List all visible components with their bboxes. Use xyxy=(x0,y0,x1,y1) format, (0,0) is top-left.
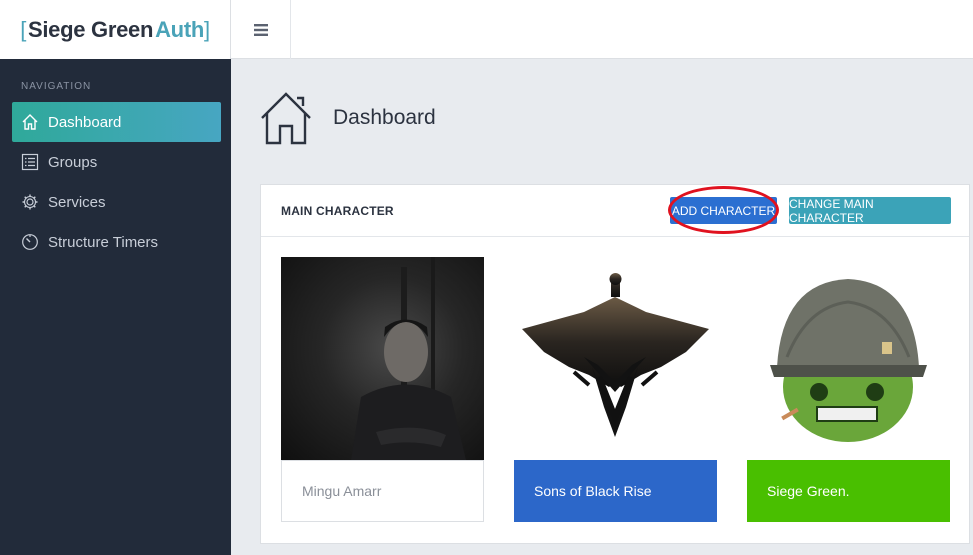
main-character-card: MAIN CHARACTER ADD CHARACTER CHANGE MAIN… xyxy=(260,184,970,544)
brand-open-bracket: [ xyxy=(20,16,26,42)
home-outline-icon xyxy=(261,92,311,145)
brand-accent: Auth xyxy=(155,16,204,42)
card-header: MAIN CHARACTER ADD CHARACTER CHANGE MAIN… xyxy=(261,185,969,237)
sidebar-item-structure-timers[interactable]: Structure Timers xyxy=(12,222,221,262)
sidebar-item-label: Structure Timers xyxy=(48,233,159,251)
sidebar: NAVIGATION Dashboard Groups Services Str… xyxy=(0,59,231,555)
card-title: MAIN CHARACTER xyxy=(281,204,394,218)
page-title: Dashboard xyxy=(333,106,436,129)
brand-logo[interactable]: [ Siege Green Auth ] xyxy=(0,0,231,59)
brand-close-bracket: ] xyxy=(204,16,210,42)
hamburger-icon xyxy=(253,23,268,36)
corporation-name: Sons of Black Rise xyxy=(514,460,717,522)
corporation-tile[interactable]: Sons of Black Rise xyxy=(514,257,717,522)
sidebar-item-groups[interactable]: Groups xyxy=(12,142,221,182)
sidebar-item-label: Groups xyxy=(48,153,98,171)
nav-heading: NAVIGATION xyxy=(21,81,92,92)
alliance-name: Siege Green. xyxy=(747,460,950,522)
list-icon xyxy=(20,152,40,172)
character-portrait xyxy=(281,257,484,460)
corporation-logo xyxy=(514,257,717,460)
timer-icon xyxy=(20,232,40,252)
character-name: Mingu Amarr xyxy=(281,460,484,522)
sidebar-item-services[interactable]: Services xyxy=(12,182,221,222)
alliance-logo xyxy=(747,257,950,460)
change-main-character-button[interactable]: CHANGE MAIN CHARACTER xyxy=(789,197,951,225)
sidebar-item-dashboard[interactable]: Dashboard xyxy=(12,102,221,142)
character-tile[interactable]: Mingu Amarr xyxy=(281,257,484,522)
add-character-button[interactable]: ADD CHARACTER xyxy=(670,197,777,224)
gear-icon xyxy=(20,192,40,212)
sidebar-item-label: Dashboard xyxy=(48,113,122,131)
alliance-tile[interactable]: Siege Green. xyxy=(747,257,950,522)
sidebar-item-label: Services xyxy=(48,193,106,211)
page-header: Dashboard xyxy=(259,90,436,146)
home-icon xyxy=(20,112,40,132)
top-bar xyxy=(231,0,973,59)
brand-name: Siege Green xyxy=(28,16,154,42)
menu-toggle-button[interactable] xyxy=(231,0,291,59)
